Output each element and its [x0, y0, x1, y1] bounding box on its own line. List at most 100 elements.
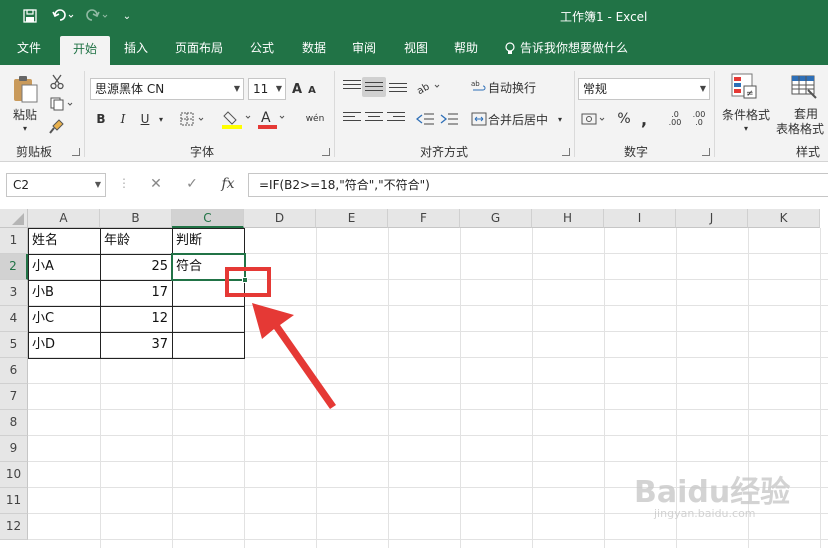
gridline [532, 228, 533, 548]
highlight-box [225, 267, 271, 297]
column-header-f[interactable]: F [388, 209, 460, 228]
save-icon[interactable] [20, 6, 40, 26]
redo-icon[interactable] [84, 6, 112, 26]
format-painter-icon[interactable] [48, 117, 66, 135]
watermark-logo: Baidu经验 [634, 475, 791, 510]
column-header-b[interactable]: B [100, 209, 172, 228]
column-header-c[interactable]: C [172, 209, 244, 228]
conditional-formatting-icon[interactable]: ≠ [728, 71, 760, 101]
font-grow-button[interactable]: A [290, 79, 304, 99]
italic-button[interactable]: I [114, 109, 132, 129]
merge-center-button[interactable]: 合并后居中 [488, 109, 552, 129]
align-left-icon[interactable] [342, 109, 362, 129]
tab-home[interactable]: 开始 [60, 36, 110, 65]
comma-button[interactable]: , [636, 109, 652, 129]
conditional-formatting-button[interactable]: 条件格式 [718, 105, 774, 123]
bold-button[interactable]: B [92, 109, 110, 129]
column-header-d[interactable]: D [244, 209, 316, 228]
group-divider [334, 71, 335, 157]
gridline [388, 228, 389, 548]
row-header-3[interactable]: 3 [0, 280, 28, 306]
row-header-5[interactable]: 5 [0, 332, 28, 358]
column-header-j[interactable]: J [676, 209, 748, 228]
increase-indent-icon[interactable] [438, 109, 460, 129]
tab-help[interactable]: 帮助 [446, 33, 486, 65]
format-as-table-button[interactable]: 表格格式 [772, 120, 828, 136]
paste-button[interactable]: 粘贴 [8, 105, 42, 123]
font-launcher-icon[interactable] [322, 148, 330, 156]
tab-view[interactable]: 视图 [396, 33, 436, 65]
decrease-decimal-button[interactable]: .00 .0 [688, 109, 710, 129]
tab-insert[interactable]: 插入 [116, 33, 156, 65]
row-header-11[interactable]: 11 [0, 488, 28, 514]
number-format-value: 常规 [583, 82, 608, 96]
tab-page-layout[interactable]: 页面布局 [168, 33, 230, 65]
table-border [28, 306, 245, 307]
svg-text:≠: ≠ [746, 89, 754, 99]
increase-decimal-button[interactable]: .0 .00 [664, 109, 686, 129]
align-middle-icon[interactable] [362, 77, 386, 97]
customize-icon[interactable]: ⌄ [120, 6, 134, 26]
row-header-4[interactable]: 4 [0, 306, 28, 332]
underline-button[interactable]: U [136, 109, 154, 129]
column-header-h[interactable]: H [532, 209, 604, 228]
align-bottom-icon[interactable] [388, 77, 408, 97]
font-color-icon[interactable]: A [256, 107, 288, 131]
number-launcher-icon[interactable] [702, 148, 710, 156]
row-header-7[interactable]: 7 [0, 384, 28, 410]
undo-icon[interactable] [50, 6, 78, 26]
insert-function-icon[interactable]: fx [218, 176, 238, 196]
decrease-indent-icon[interactable] [414, 109, 436, 129]
row-header-8[interactable]: 8 [0, 410, 28, 436]
tab-review[interactable]: 审阅 [344, 33, 384, 65]
column-header-k[interactable]: K [748, 209, 820, 228]
row-header-10[interactable]: 10 [0, 462, 28, 488]
chevron-down-icon[interactable]: ▾ [16, 123, 34, 133]
name-box[interactable]: C2 ▼ [6, 173, 106, 197]
formula-input[interactable]: =IF(B2>=18,"符合","不符合") [248, 173, 828, 197]
column-header-e[interactable]: E [316, 209, 388, 228]
align-center-icon[interactable] [364, 109, 384, 129]
paste-icon[interactable] [8, 73, 42, 105]
chevron-down-icon[interactable]: ▾ [740, 123, 752, 133]
tab-file[interactable]: 文件 [8, 33, 50, 65]
copy-icon[interactable] [48, 95, 78, 113]
percent-button[interactable]: % [614, 109, 634, 129]
align-top-icon[interactable] [342, 77, 362, 97]
formula-bar-grip-icon[interactable]: ⋮ [118, 176, 130, 196]
font-name-combo[interactable]: 思源黑体 CN ▼ [90, 78, 244, 100]
fill-color-icon[interactable] [220, 107, 254, 131]
chevron-down-icon[interactable]: ▾ [156, 111, 166, 127]
number-format-combo[interactable]: 常规 ▼ [578, 78, 710, 100]
accounting-format-icon[interactable] [580, 109, 610, 129]
row-header-6[interactable]: 6 [0, 358, 28, 384]
row-header-12[interactable]: 12 [0, 514, 28, 540]
borders-icon[interactable] [178, 109, 210, 129]
merge-center-icon[interactable] [470, 109, 488, 129]
cancel-icon[interactable]: ✕ [146, 176, 166, 196]
wrap-text-button[interactable]: 自动换行 [488, 77, 544, 97]
row-header-2[interactable]: 2 [0, 254, 28, 280]
column-header-g[interactable]: G [460, 209, 532, 228]
enter-icon[interactable]: ✓ [182, 176, 202, 196]
row-header-1[interactable]: 1 [0, 228, 28, 254]
format-as-table-icon[interactable] [788, 71, 820, 101]
clipboard-launcher-icon[interactable] [72, 148, 80, 156]
chevron-down-icon[interactable]: ▾ [554, 111, 566, 127]
tab-formulas[interactable]: 公式 [242, 33, 282, 65]
column-header-a[interactable]: A [28, 209, 100, 228]
formula-bar: C2 ▼ ⋮ ✕ ✓ fx =IF(B2>=18,"符合","不符合") [0, 162, 828, 209]
cut-icon[interactable] [48, 73, 66, 91]
tell-me-search[interactable]: 告诉我你想要做什么 [520, 33, 638, 65]
align-right-icon[interactable] [386, 109, 406, 129]
font-shrink-button[interactable]: A [306, 81, 318, 99]
column-header-i[interactable]: I [604, 209, 676, 228]
wrap-text-icon[interactable]: ab [470, 77, 488, 97]
row-header-9[interactable]: 9 [0, 436, 28, 462]
alignment-launcher-icon[interactable] [562, 148, 570, 156]
phonetic-guide-button[interactable]: wén [298, 107, 332, 131]
orientation-icon[interactable]: ab [416, 77, 446, 97]
select-all-corner[interactable] [0, 209, 28, 228]
tab-data[interactable]: 数据 [294, 33, 334, 65]
font-size-combo[interactable]: 11 ▼ [248, 78, 286, 100]
